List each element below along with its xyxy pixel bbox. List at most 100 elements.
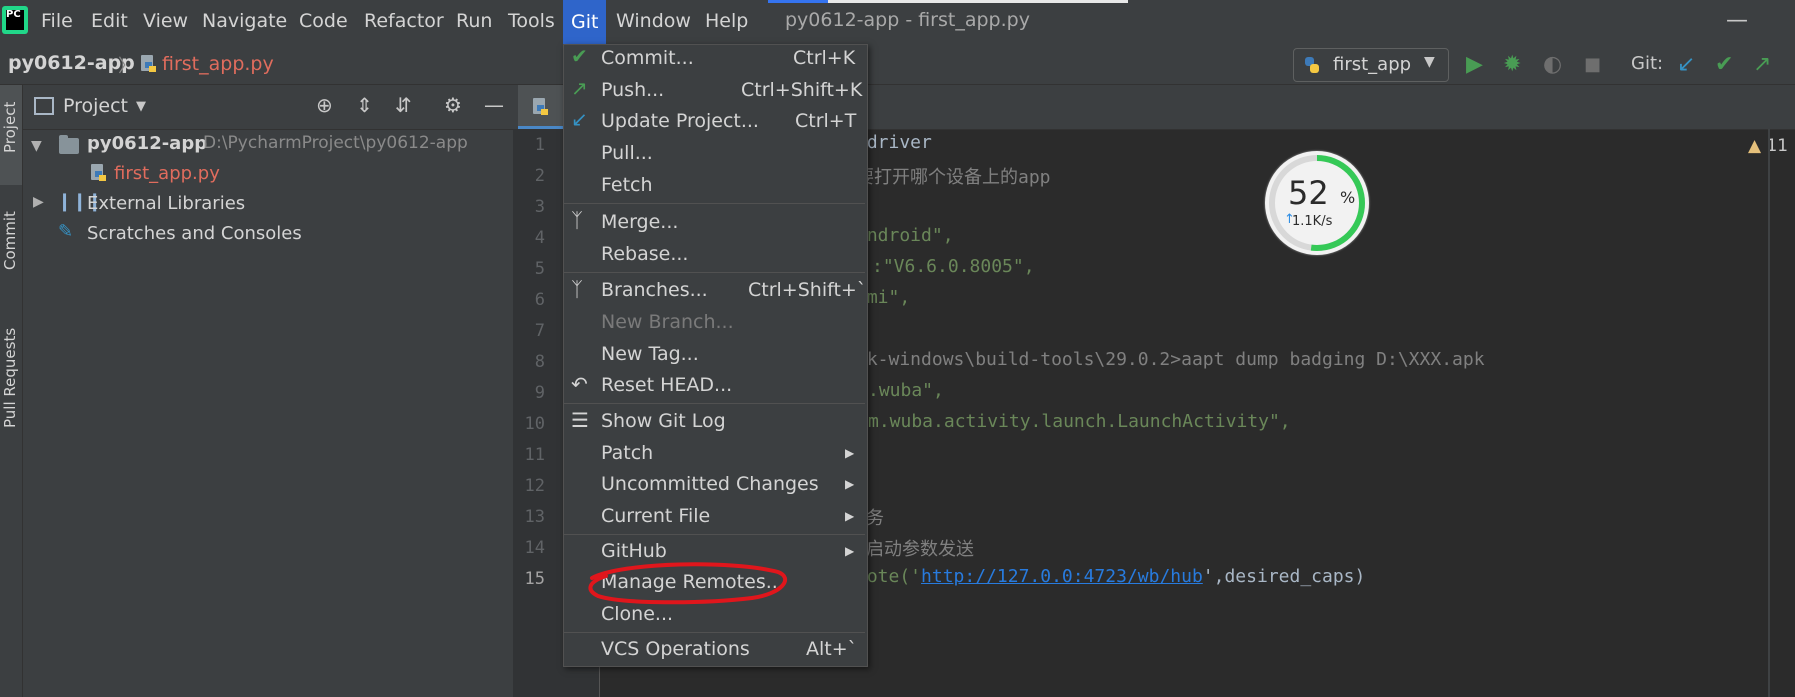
menu-navigate[interactable]: Navigate <box>202 10 287 32</box>
tree-item-project-root[interactable]: py0612-app <box>87 133 207 154</box>
line-number: 14 <box>524 538 545 558</box>
git-menu-branches[interactable]: Branches... <box>601 279 708 301</box>
tool-tab-pull-requests[interactable]: Pull Requests <box>1 328 19 428</box>
git-menu-reset-head[interactable]: Reset HEAD... <box>601 374 732 396</box>
reset-icon: ↶ <box>571 372 588 396</box>
menu-tools[interactable]: Tools <box>508 10 555 32</box>
git-menu-fetch[interactable]: Fetch <box>601 174 653 196</box>
git-menu-merge[interactable]: Merge... <box>601 211 678 233</box>
breadcrumb-separator-icon: 〉 <box>118 56 136 77</box>
tree-item-first-app[interactable]: first_app.py <box>114 163 220 184</box>
line-number: 4 <box>534 228 545 248</box>
code-line-9[interactable]: .wuba", <box>868 380 944 401</box>
code-line-10[interactable]: m.wuba.activity.launch.LaunchActivity", <box>868 411 1291 432</box>
menu-help[interactable]: Help <box>705 10 748 32</box>
line-number: 11 <box>524 445 545 465</box>
git-menu-uncommitted-changes[interactable]: Uncommitted Changes <box>601 473 819 495</box>
submenu-arrow-icon: ▶ <box>845 477 855 491</box>
code-line-2[interactable]: 要打开哪个设备上的app <box>856 163 1051 189</box>
python-file-icon <box>141 55 156 72</box>
update-arrow-icon: ↙ <box>571 107 588 131</box>
collapse-all-icon[interactable]: ⇵ <box>395 93 412 117</box>
editor-tab-first-app[interactable] <box>518 85 566 129</box>
coverage-icon[interactable]: ◐ <box>1543 52 1562 77</box>
editor-scrollbar[interactable] <box>1768 129 1770 697</box>
tree-item-scratches[interactable]: Scratches and Consoles <box>87 223 302 244</box>
breadcrumb-project[interactable]: py0612-app <box>8 52 135 74</box>
check-icon: ✔ <box>571 44 588 68</box>
submenu-arrow-icon: ▶ <box>845 544 855 558</box>
git-menu-show-git-log[interactable]: Show Git Log <box>601 410 726 432</box>
minimize-icon[interactable]: — <box>1726 8 1748 33</box>
git-menu-rebase[interactable]: Rebase... <box>601 243 688 265</box>
code-line-5[interactable]: :"V6.6.0.8005", <box>872 256 1035 277</box>
line-number: 7 <box>534 321 545 341</box>
tool-tab-commit[interactable]: Commit <box>1 211 19 270</box>
code-line-4[interactable]: Android", <box>856 225 954 246</box>
project-panel-title[interactable]: Project <box>63 95 128 117</box>
line-number: 12 <box>524 476 545 496</box>
git-menu-clone[interactable]: Clone... <box>601 603 673 625</box>
line-number-current: 15 <box>524 569 545 589</box>
git-update-icon[interactable]: ↙ <box>1677 52 1695 77</box>
code-line-15[interactable]: mote('http://127.0.0:4723/wb/hub',desire… <box>856 566 1365 587</box>
menu-view[interactable]: View <box>143 10 188 32</box>
breadcrumb-file[interactable]: first_app.py <box>162 53 274 75</box>
git-menu-pull[interactable]: Pull... <box>601 142 653 164</box>
menu-separator <box>564 403 865 404</box>
locate-file-icon[interactable]: ⊕ <box>316 93 333 117</box>
dropdown-arrow-icon: ▼ <box>1424 54 1435 70</box>
run-configuration-label: first_app <box>1333 54 1412 75</box>
run-icon[interactable]: ▶ <box>1466 52 1483 77</box>
menu-window[interactable]: Window <box>616 10 691 32</box>
branch-icon: ᛉ <box>571 277 583 301</box>
tree-expanded-arrow-icon[interactable]: ▼ <box>31 138 42 154</box>
code-line-15-suffix: ',desired_caps) <box>1202 566 1366 587</box>
shortcut-vcs-operations: Alt+` <box>806 638 858 660</box>
tool-tab-project[interactable]: Project <box>1 102 19 153</box>
project-view-dropdown-icon[interactable]: ▼ <box>136 99 146 114</box>
red-annotation-circle <box>588 562 788 605</box>
gear-icon[interactable]: ⚙ <box>444 93 462 117</box>
hide-panel-icon[interactable]: — <box>484 93 504 117</box>
gauge-percent-sign: % <box>1340 188 1356 207</box>
git-menu-push[interactable]: Push... <box>601 79 664 101</box>
tree-item-external-libraries[interactable]: External Libraries <box>87 193 245 214</box>
menu-refactor[interactable]: Refactor <box>364 10 444 32</box>
git-push-icon[interactable]: ↗ <box>1753 52 1771 77</box>
code-line-13[interactable]: 务 <box>866 504 884 530</box>
stop-icon[interactable]: ■ <box>1584 54 1601 75</box>
git-menu-update-project[interactable]: Update Project... <box>601 110 759 132</box>
submenu-arrow-icon: ▶ <box>845 509 855 523</box>
menu-code[interactable]: Code <box>299 10 348 32</box>
git-menu-github[interactable]: GitHub <box>601 540 667 562</box>
git-commit-icon[interactable]: ✔ <box>1715 52 1733 77</box>
code-line-8[interactable]: dk-windows\build-tools\29.0.2>aapt dump … <box>856 349 1485 370</box>
code-line-15-url[interactable]: http://127.0.0:4723/wb/hub <box>921 566 1203 587</box>
git-menu-vcs-operations[interactable]: VCS Operations <box>601 638 750 660</box>
line-number: 3 <box>534 197 545 217</box>
menu-separator <box>564 272 865 273</box>
tree-collapsed-arrow-icon[interactable]: ▶ <box>33 194 44 210</box>
git-menu-new-tag[interactable]: New Tag... <box>601 343 699 365</box>
expand-all-icon[interactable]: ⇕ <box>356 93 373 117</box>
line-number: 5 <box>534 259 545 279</box>
code-line-14[interactable]: 启动参数发送 <box>866 535 974 561</box>
menu-git[interactable]: Git <box>563 0 607 44</box>
git-menu-commit[interactable]: Commit... <box>601 47 694 69</box>
git-menu-current-file[interactable]: Current File <box>601 505 710 527</box>
top-progress-fill <box>768 0 828 3</box>
git-menu-patch[interactable]: Patch <box>601 442 653 464</box>
debug-icon[interactable]: ✹ <box>1503 52 1521 77</box>
menu-run[interactable]: Run <box>456 10 492 32</box>
python-icon <box>1305 57 1319 73</box>
tree-item-project-path: D:\PycharmProject\py0612-app <box>203 133 468 153</box>
menu-file[interactable]: File <box>41 10 73 32</box>
git-menu-new-branch: New Branch... <box>601 311 734 333</box>
scratches-icon: ✎ <box>58 221 74 242</box>
git-label: Git: <box>1631 53 1664 74</box>
menu-edit[interactable]: Edit <box>91 10 128 32</box>
window-title: py0612-app - first_app.py <box>785 9 1030 31</box>
merge-icon: ᛉ <box>571 208 583 232</box>
line-number: 2 <box>534 166 545 186</box>
